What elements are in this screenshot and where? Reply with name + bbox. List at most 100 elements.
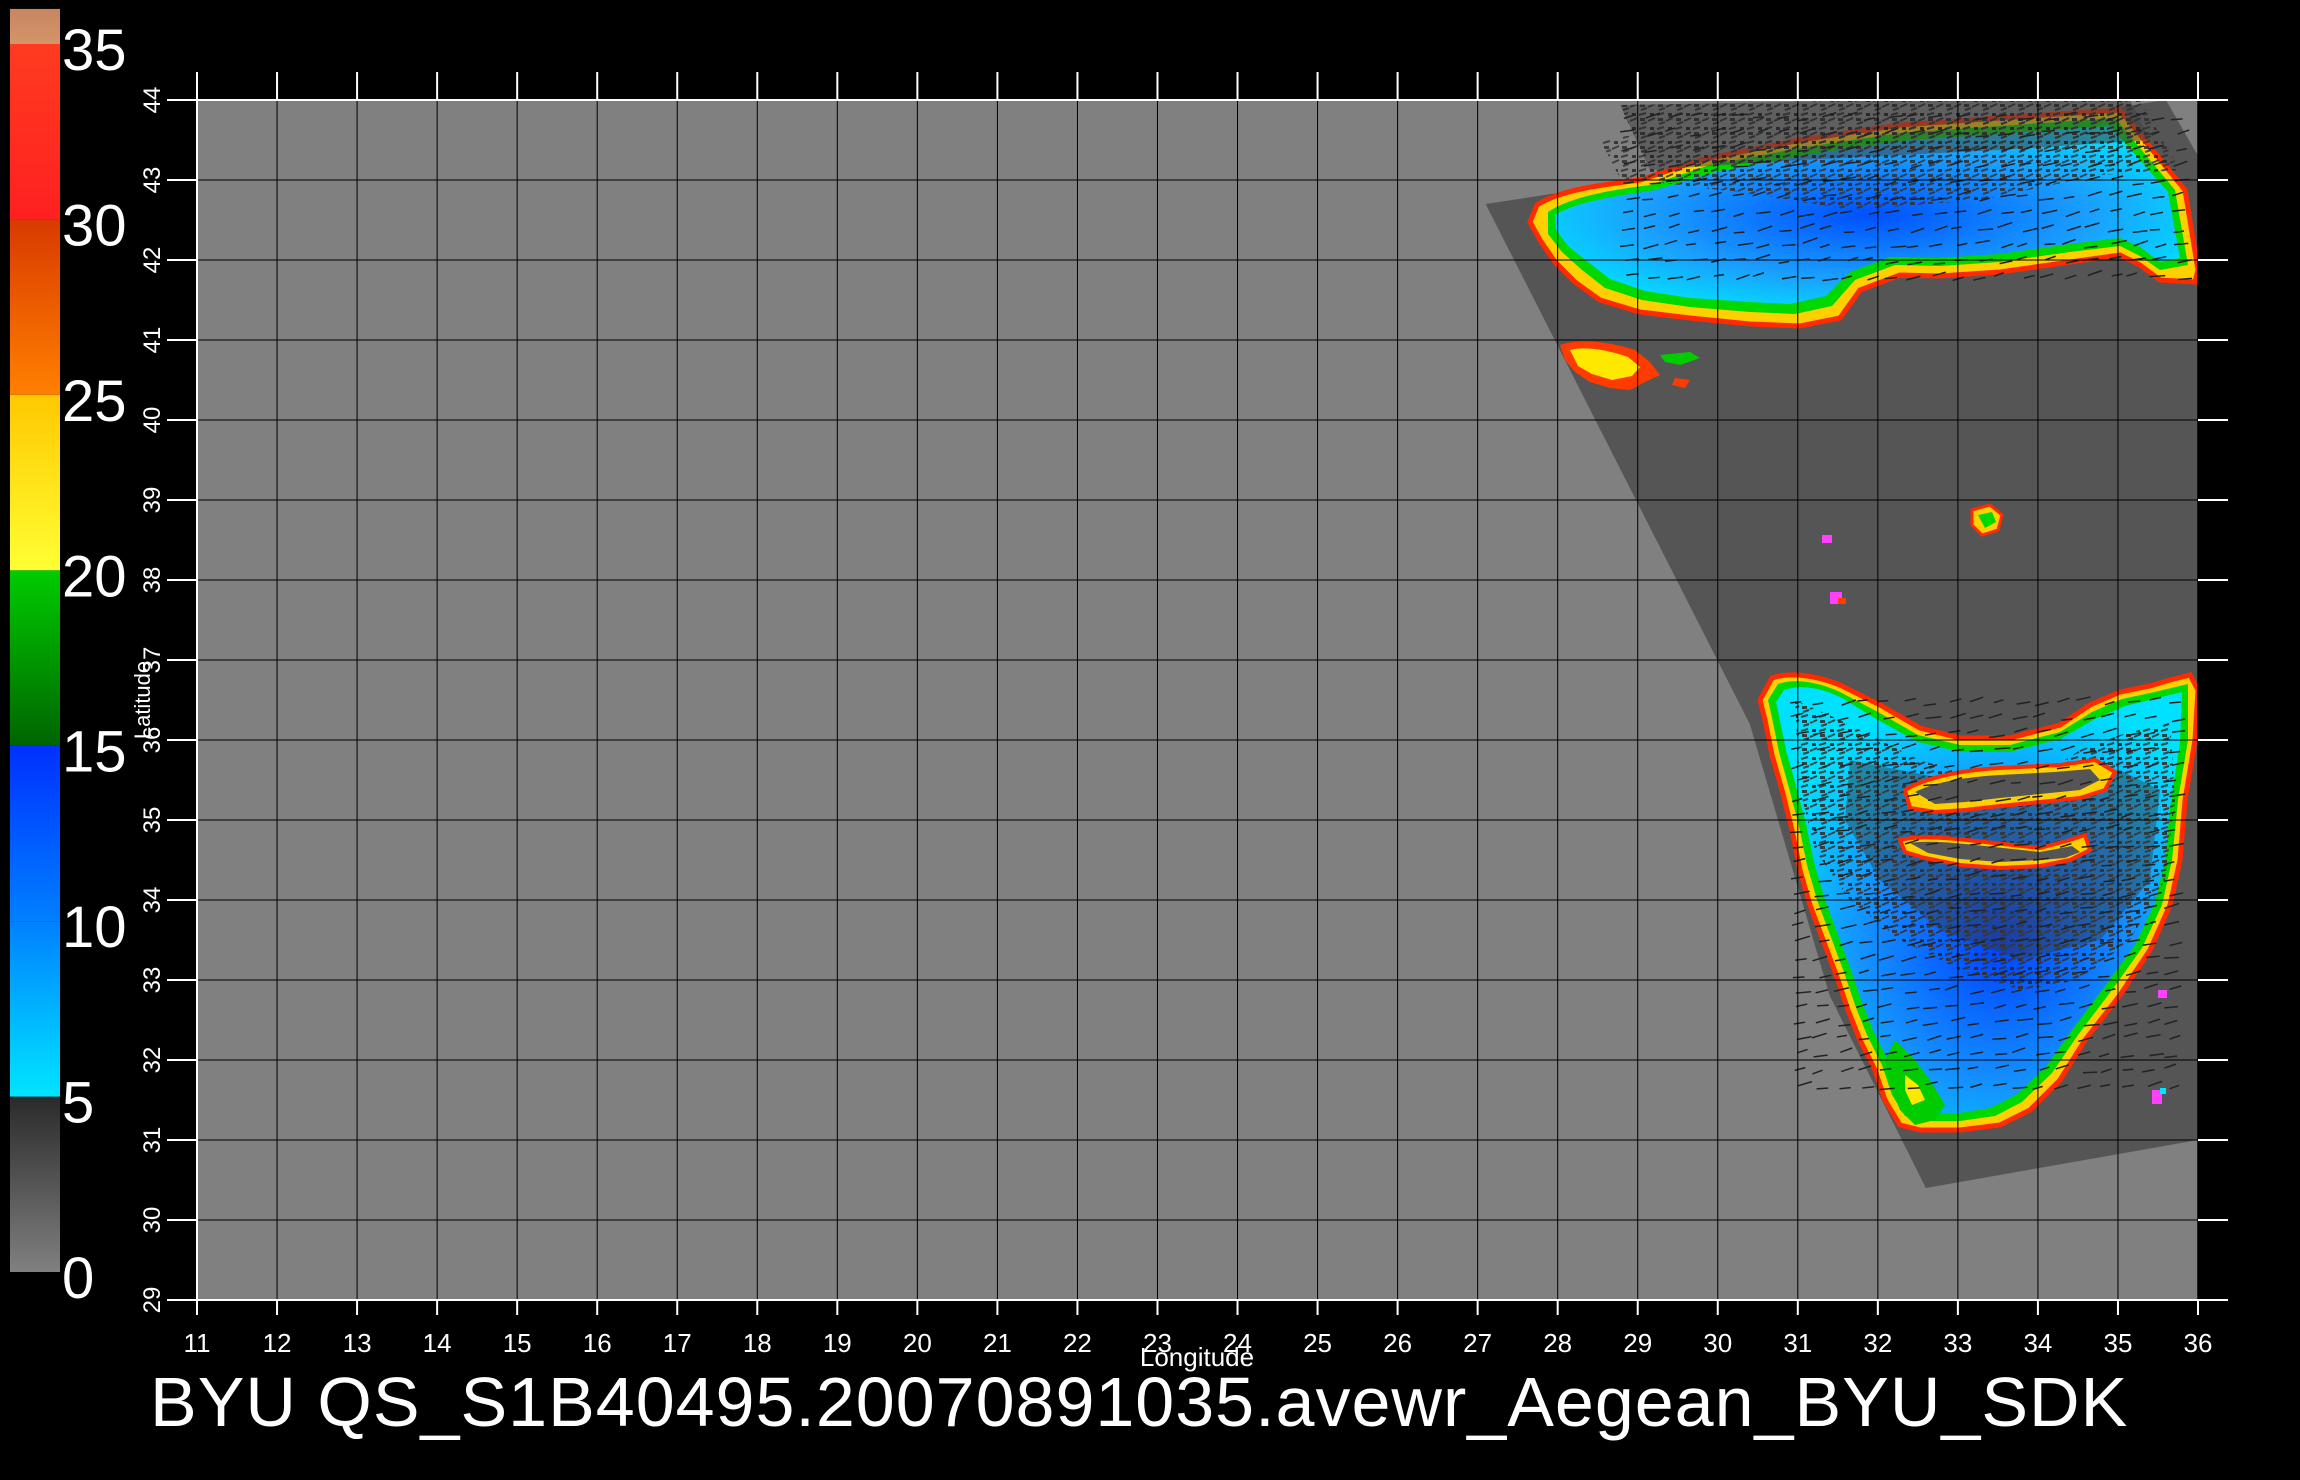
colorbar-band — [10, 1096, 60, 1272]
wind-vector — [2122, 1068, 2134, 1071]
wind-vector — [2125, 990, 2137, 993]
wind-vector — [1733, 231, 1745, 234]
wind-vector — [1835, 829, 1850, 832]
wind-vector — [1885, 733, 1897, 736]
y-tick-label: 35 — [139, 807, 166, 834]
wind-vector — [1907, 1087, 1920, 1090]
colorbar-band — [10, 745, 60, 922]
y-tick-label: 31 — [139, 1127, 166, 1154]
x-tick-label: 36 — [2184, 1328, 2213, 1358]
colorbar-band — [10, 394, 60, 571]
wind-vector — [2101, 864, 2112, 867]
x-tick-label: 20 — [903, 1328, 932, 1358]
wind-vector — [1967, 923, 1982, 927]
wind-vector — [1648, 276, 1660, 280]
wind-vector — [1755, 148, 1767, 152]
colorbar-label: 10 — [62, 895, 127, 960]
wind-vector — [2034, 828, 2046, 831]
colorbar — [10, 8, 60, 1272]
wind-vector — [1904, 991, 1917, 994]
wind-vector — [1642, 198, 1654, 201]
wind-vector — [2044, 242, 2056, 246]
y-tick-label: 42 — [139, 247, 166, 274]
x-tick-label: 29 — [1623, 1328, 1652, 1358]
y-tick-label: 40 — [139, 407, 166, 434]
map-figure: 35 30 25 20 15 10 5 0 11 12 13 14 15 16 … — [0, 0, 2300, 1480]
wind-vector — [1752, 116, 1765, 119]
y-tick-label: 43 — [139, 167, 166, 194]
wind-vector — [2032, 795, 2043, 798]
y-tick-label: 38 — [139, 567, 166, 594]
wind-vector — [1816, 1087, 1829, 1090]
wind-vector — [1801, 276, 1815, 280]
colorbar-label: 20 — [62, 544, 127, 609]
wind-vector — [1781, 243, 1796, 247]
colorbar-label: 25 — [62, 369, 127, 434]
wind-vector — [2164, 956, 2179, 959]
colorbar-label: 35 — [62, 18, 127, 83]
colorbar-label: 15 — [62, 720, 127, 785]
wind-vector — [1928, 1068, 1943, 1071]
colorbar-band — [10, 570, 60, 746]
y-tick-label: 30 — [139, 1207, 166, 1234]
wind-vector — [2098, 975, 2110, 978]
wind-vector — [1649, 182, 1662, 185]
wind-vector — [2169, 701, 2182, 704]
x-tick-label: 32 — [1863, 1328, 1892, 1358]
wind-vector — [2080, 906, 2093, 909]
colorbar-band — [10, 921, 60, 1097]
x-tick-label: 27 — [1463, 1328, 1492, 1358]
wind-vector — [2122, 845, 2135, 848]
y-tick-label: 32 — [139, 1047, 166, 1074]
x-tick-label: 11 — [184, 1328, 211, 1358]
wind-vector — [1733, 165, 1749, 168]
x-tick-label: 33 — [1943, 1328, 1972, 1358]
wind-vector — [2142, 863, 2156, 867]
x-tick-label: 12 — [263, 1328, 292, 1358]
wind-vector — [2149, 228, 2160, 231]
wind-vector — [1844, 231, 1855, 234]
wind-vector — [1858, 1037, 1870, 1041]
x-tick-label: 31 — [1783, 1328, 1812, 1358]
wind-vector — [2170, 118, 2183, 121]
wind-vector — [1975, 135, 1989, 138]
wind-vector — [1989, 892, 2005, 895]
wind-vector — [1969, 749, 1984, 753]
wind-vector — [1796, 149, 1808, 153]
x-tick-label: 18 — [743, 1328, 772, 1358]
map-plot: 35302520151050 11 12 13 14 15 16 17 18 1… — [10, 8, 2228, 1372]
x-tick-label: 21 — [983, 1328, 1012, 1358]
wind-vector — [1933, 262, 1946, 265]
x-tick-label: 34 — [2023, 1328, 2052, 1358]
x-tick-label: 19 — [823, 1328, 852, 1358]
wind-vector — [2147, 781, 2158, 785]
x-tick-label: 25 — [1303, 1328, 1332, 1358]
wind-vector — [1945, 878, 1960, 881]
x-tick-label: 13 — [343, 1328, 372, 1358]
x-tick-label: 28 — [1543, 1328, 1572, 1358]
wind-vector — [1878, 699, 1889, 703]
x-tick-label: 30 — [1703, 1328, 1732, 1358]
wind-vector — [1949, 906, 1962, 910]
wind-vector — [1977, 228, 1994, 231]
colorbar-label: 0 — [62, 1246, 94, 1311]
wind-vector — [1836, 892, 1850, 895]
colorbar-band — [10, 44, 60, 220]
y-tick-label: 34 — [139, 887, 166, 914]
x-tick-label: 15 — [503, 1328, 532, 1358]
wind-vector — [1792, 976, 1805, 979]
y-axis-label: Latitude — [130, 661, 155, 739]
x-tick-label: 22 — [1063, 1328, 1092, 1358]
y-tick-label: 44 — [139, 87, 166, 114]
wind-vector — [1900, 830, 1913, 833]
x-tick-label: 35 — [2103, 1328, 2132, 1358]
wind-vector — [1880, 858, 1894, 861]
wind-vector — [1970, 909, 1986, 912]
wind-vector — [1823, 194, 1837, 197]
wind-vector — [2082, 1071, 2098, 1074]
y-tick-label: 33 — [139, 967, 166, 994]
wind-vector — [1926, 923, 1941, 926]
wind-vector — [1992, 1037, 2007, 1040]
colorbar-label: 30 — [62, 193, 127, 258]
wind-vector — [1817, 1004, 1829, 1007]
